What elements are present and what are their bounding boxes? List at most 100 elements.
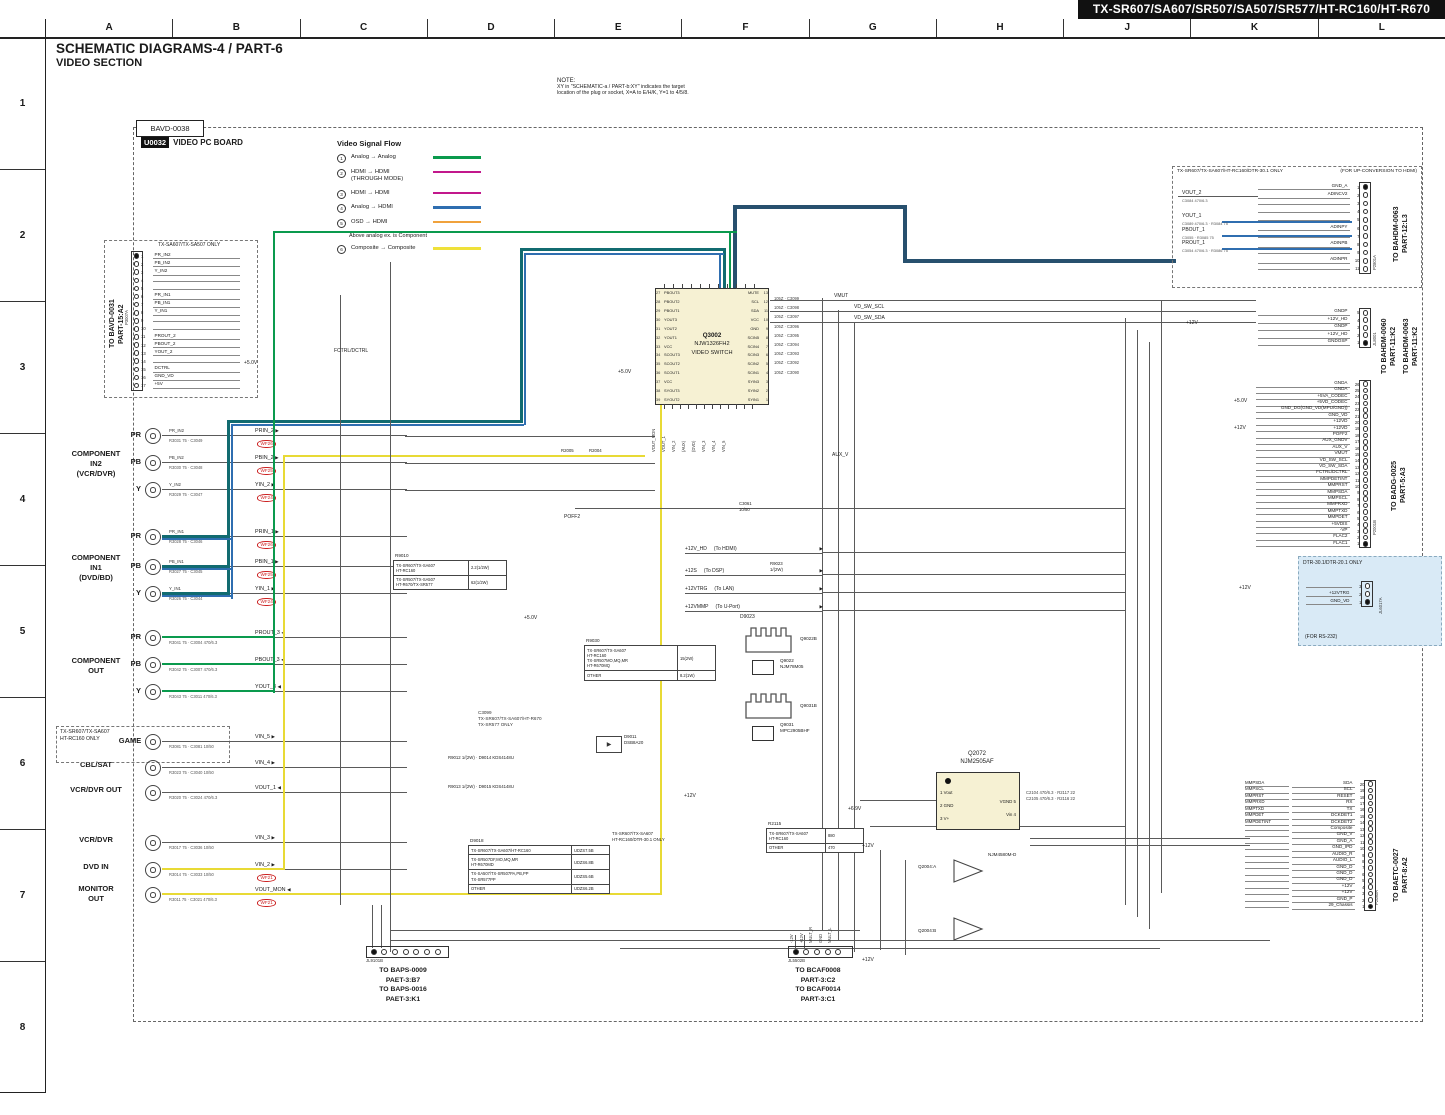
pin-row: PB_IN2 2 — [132, 260, 240, 268]
legend-color-swatch — [433, 156, 481, 159]
power-rail-row: +12S (To DSP) ▶ — [685, 568, 823, 576]
pin-number: 7 — [1350, 234, 1360, 239]
pin-number: 25 — [1350, 388, 1360, 393]
hdmi-signal: PBOUT_1 — [1182, 227, 1205, 233]
pin-circle — [1363, 583, 1372, 589]
pin-row: 14 — [132, 357, 240, 365]
rca-jack-icon — [145, 684, 161, 700]
pin-circle — [132, 278, 141, 284]
column-letter: E — [554, 19, 681, 37]
rail-destination: (To DSP) — [704, 568, 724, 574]
ic-pin: 29PBOUT1 — [656, 307, 693, 316]
q2072-cap-refs: C2104 470/6.3 · R2117 22 C2105 470/6.3 ·… — [1026, 790, 1075, 803]
pin-number: 17 — [141, 383, 151, 388]
pin-row: ADINPR 10 — [1258, 257, 1370, 265]
column-letter: J — [1063, 19, 1190, 37]
pin-number: 4 — [1350, 522, 1360, 527]
hdmi-route — [903, 205, 907, 262]
hdmi-route — [903, 259, 1176, 263]
pin-circle — [1361, 433, 1370, 439]
wire — [1125, 318, 1126, 905]
pin-row: DCTRL 15 — [132, 365, 240, 373]
pin-circle — [1363, 591, 1372, 597]
floating-label: R2004 — [589, 448, 602, 454]
jack-inner-signal: PB_IN2 — [169, 455, 184, 460]
pin-name: GND_A — [1258, 184, 1350, 191]
floating-label: VD_SW_SCL — [854, 304, 884, 311]
table-value: 15(2W) — [678, 646, 715, 670]
pin-number: 1 — [1350, 185, 1360, 190]
table-value: UDZS5.6B — [572, 870, 609, 884]
p2001b-connector: GNDA 26 GNDA 25 +5VA_CODEC 24 +5VD_CODEC… — [1256, 381, 1370, 547]
wire — [372, 905, 373, 948]
composite-route — [283, 455, 285, 870]
jl8001-connector: GNDP 5 +12V_HD 4 GNDP 3 +12V_HD 2 — [1258, 309, 1370, 347]
opamp-ref: Q2004:B — [918, 928, 936, 933]
pin-circle — [1366, 826, 1375, 832]
arrow-icon: ▶ — [820, 604, 823, 610]
pin-circle — [1361, 388, 1370, 394]
pin-number: 1 — [1350, 541, 1360, 546]
q3002-bottom-label: VOUT_MON — [651, 405, 656, 452]
pin-circle — [132, 310, 141, 316]
pin-circle — [1361, 258, 1370, 264]
pin-row: PB_IN1 7 — [132, 301, 240, 309]
ic-pin: VCC10 — [731, 316, 768, 325]
wire — [620, 948, 1160, 949]
capacitor-ref: 105Z · C3095 — [774, 333, 799, 342]
connector-ref: JL6017A — [1378, 584, 1383, 614]
pin-circle — [1361, 317, 1370, 323]
pin-number: 5 — [1350, 516, 1360, 521]
pin-row: +12V_HD 4 — [1258, 317, 1370, 325]
pin-number: 16 — [1350, 446, 1360, 451]
pin-left-name — [1245, 879, 1289, 882]
pin-circle — [1366, 781, 1375, 787]
q2072-left-pins: 1 Vout 2 GND 3 V+ — [940, 786, 953, 825]
hdmi-route — [737, 205, 907, 209]
pin-row: +5V 17 — [132, 382, 240, 390]
pin-number: 15 — [141, 367, 151, 372]
rail-label: +12S — [685, 568, 697, 574]
pin-circle — [1361, 266, 1370, 272]
heatsink-icon — [742, 624, 798, 654]
pin-number: 3 — [1352, 584, 1362, 589]
pin-number: 8 — [141, 310, 151, 315]
pin-number: 9 — [1355, 853, 1365, 858]
wire — [1030, 838, 1250, 839]
table-title: R9030 — [586, 638, 600, 643]
legend-color-swatch — [433, 206, 481, 209]
board-code-box: BAVD-0038 — [136, 120, 204, 137]
ic-pin: SYIN11 — [731, 395, 768, 404]
q3002-bottom-label: (DVD) — [691, 405, 696, 452]
pin-row: GND_A 1 — [1258, 183, 1370, 191]
rca-jack-row: PR PR_IN1 R3028 75 · C3046 PRIN_1 ▶ WF26 — [105, 522, 407, 552]
pin-number: 17 — [1355, 801, 1365, 806]
pin-number: 10 — [141, 326, 151, 331]
signal-label: +12V — [799, 905, 804, 943]
rca-jack-icon — [145, 482, 161, 498]
wire — [823, 552, 1125, 553]
capacitor-ref: 105Z · C3092 — [774, 360, 799, 369]
pin-name: 29_Chassis — [1292, 903, 1355, 910]
wire — [770, 300, 1256, 301]
pin-circle — [1361, 407, 1370, 413]
pin-number: 2 — [1355, 898, 1365, 903]
ic-pin: 30YOUT3 — [656, 316, 693, 325]
floating-label: +6.9V — [848, 806, 861, 813]
pin-name — [1258, 218, 1350, 221]
row-number: 7 — [0, 829, 45, 961]
heatsink-icon — [742, 690, 798, 720]
legend-color-swatch — [433, 221, 481, 224]
pin-number: 5 — [1355, 878, 1365, 883]
ic-pin: 38SYOUT3 — [656, 386, 693, 395]
row-number: 5 — [0, 565, 45, 697]
pin-circle — [1361, 509, 1370, 515]
jack-signal-label: YIN_2 ▶ — [255, 482, 275, 488]
jack-part-refs: R3030 75 · C3048 — [169, 465, 202, 470]
pin-row: 4 — [1258, 208, 1370, 216]
pin-number: 12 — [1355, 833, 1365, 838]
connector-destination: TO BAETC-0027 PART-8:A2 — [1392, 818, 1410, 933]
pin-number: 6 — [141, 294, 151, 299]
pin-circle — [1361, 332, 1370, 338]
pin-number: 8 — [1355, 859, 1365, 864]
